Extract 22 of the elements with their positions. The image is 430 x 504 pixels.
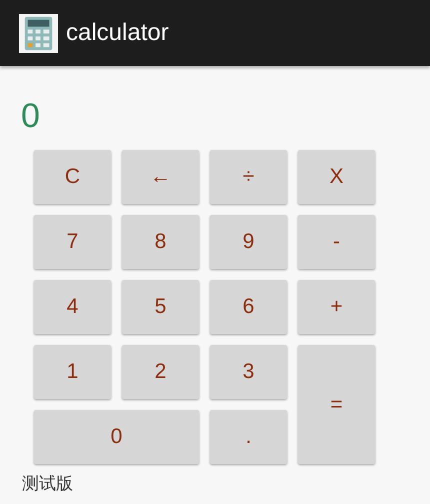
calculator-key[interactable]: 0	[34, 410, 199, 464]
calculator-key[interactable]: 1	[34, 345, 111, 399]
calculator-key[interactable]: 4	[34, 280, 111, 334]
version-label: 测试版	[21, 473, 74, 495]
calculator-key[interactable]: 5	[122, 280, 199, 334]
result-display: 0	[20, 96, 41, 137]
calculator-key[interactable]: =	[298, 345, 375, 464]
calculator-key[interactable]: 2	[122, 345, 199, 399]
calculator-key[interactable]: 9	[210, 215, 287, 269]
calculator-key[interactable]: C	[34, 150, 111, 204]
calculator-icon	[19, 14, 58, 52]
calculator-key[interactable]: 3	[210, 345, 287, 399]
calculator-key[interactable]: 8	[122, 215, 199, 269]
app-title: calculator	[66, 19, 169, 47]
calculator-key[interactable]: ←	[122, 150, 199, 204]
calculator-key[interactable]: .	[210, 410, 287, 464]
calculator-key[interactable]: X	[298, 150, 375, 204]
calculator-key[interactable]: 7	[34, 215, 111, 269]
calculator-key[interactable]: -	[298, 215, 375, 269]
calculator-key[interactable]: +	[298, 280, 375, 334]
calculator-key[interactable]: ÷	[210, 150, 287, 204]
calculator-key[interactable]: 6	[210, 280, 287, 334]
